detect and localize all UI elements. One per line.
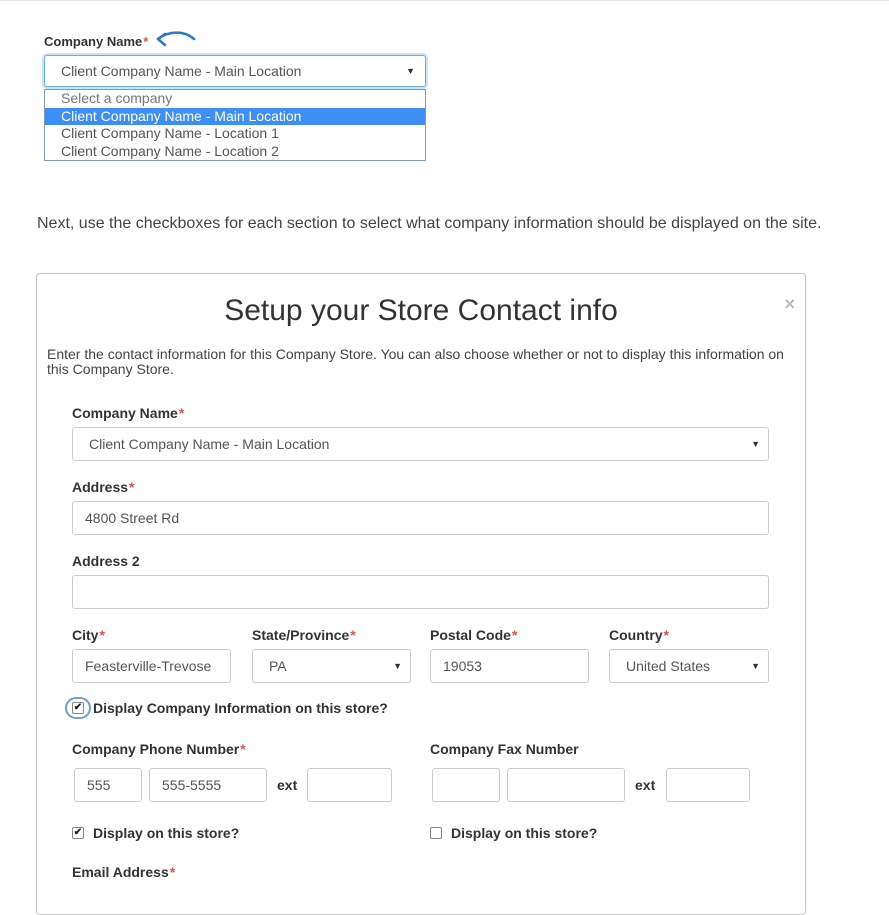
required-mark: *: [143, 33, 149, 49]
store-contact-modal: Setup your Store Contact info × Enter th…: [36, 273, 806, 915]
fax-display-checkbox[interactable]: [430, 827, 442, 839]
required-mark: *: [129, 479, 135, 495]
chevron-down-icon: ▼: [406, 66, 415, 76]
instructions-text: Next, use the checkboxes for each sectio…: [37, 215, 822, 232]
phone-area-input[interactable]: 555: [74, 768, 142, 802]
fax-ext-input[interactable]: [666, 768, 750, 802]
demo-company-name-label: Company Name *: [44, 31, 426, 49]
chevron-down-icon: ▼: [751, 661, 760, 671]
country-label: Country*: [609, 627, 669, 643]
company-name-label-text: Company Name: [72, 405, 178, 421]
demo-option[interactable]: Client Company Name - Main Location: [45, 107, 425, 125]
phone-display-label: Display on this store?: [93, 825, 240, 841]
state-value: PA: [269, 658, 287, 674]
required-mark: *: [350, 627, 356, 643]
phone-display-checkbox[interactable]: ✔: [72, 827, 84, 839]
display-company-info-checkbox[interactable]: ✔: [72, 702, 84, 714]
chevron-down-icon: ▼: [751, 439, 760, 449]
phone-number-value: 555-5555: [162, 777, 222, 793]
city-label: City*: [72, 627, 105, 643]
required-mark: *: [169, 864, 176, 880]
fax-label: Company Fax Number: [430, 741, 579, 757]
email-label-text: Email Address: [72, 864, 169, 880]
address-input[interactable]: 4800 Street Rd: [72, 501, 769, 535]
phone-ext-input[interactable]: [307, 768, 392, 802]
company-select-demo: Company Name * Client Company Name - Main…: [44, 31, 426, 161]
display-company-info-row: ✔ Display Company Information on this st…: [65, 697, 388, 719]
demo-label-text: Company Name: [44, 33, 143, 49]
country-value: United States: [626, 658, 711, 674]
address2-label-text: Address 2: [72, 553, 140, 569]
required-mark: *: [178, 405, 185, 421]
fax-label-text: Company Fax Number: [430, 741, 579, 757]
fax-number-input[interactable]: [507, 768, 625, 802]
company-name-label: Company Name*: [72, 405, 184, 421]
state-label: State/Province*: [252, 627, 356, 643]
demo-company-select[interactable]: Client Company Name - Main Location ▼: [44, 55, 426, 87]
state-select[interactable]: PA ▼: [252, 649, 411, 683]
city-value: Feasterville-Trevose: [85, 658, 212, 674]
address-label: Address*: [72, 479, 134, 495]
required-mark: *: [511, 627, 518, 643]
demo-option[interactable]: Client Company Name - Location 1: [45, 125, 425, 143]
fax-ext-label: ext: [635, 777, 656, 793]
state-label-text: State/Province: [252, 627, 350, 643]
required-mark: *: [240, 741, 246, 757]
phone-display-row: ✔ Display on this store?: [72, 825, 239, 841]
fax-area-input[interactable]: [432, 768, 500, 802]
country-label-text: Country: [609, 627, 663, 643]
postal-label: Postal Code*: [430, 627, 517, 643]
required-mark: *: [663, 627, 670, 643]
email-label: Email Address*: [72, 864, 175, 880]
company-name-value: Client Company Name - Main Location: [89, 436, 330, 452]
phone-ext-label: ext: [277, 777, 298, 793]
fax-display-label: Display on this store?: [451, 825, 598, 841]
modal-title: Setup your Store Contact info: [224, 294, 618, 327]
address-label-text: Address: [72, 479, 129, 495]
required-mark: *: [99, 627, 105, 643]
postal-value: 19053: [443, 658, 482, 674]
address2-input[interactable]: [72, 575, 769, 609]
display-company-info-label: Display Company Information on this stor…: [93, 700, 388, 716]
modal-description: Enter the contact information for this C…: [47, 346, 784, 377]
fax-display-row: Display on this store?: [430, 825, 597, 841]
checkbox-focus-ring: ✔: [65, 697, 91, 719]
demo-selected-value: Client Company Name - Main Location: [61, 63, 302, 79]
demo-option[interactable]: Client Company Name - Location 2: [45, 143, 425, 161]
top-divider: [0, 0, 889, 1]
phone-label-text: Company Phone Number: [72, 741, 240, 757]
postal-input[interactable]: 19053: [430, 649, 589, 683]
postal-label-text: Postal Code: [430, 627, 511, 643]
company-name-select[interactable]: Client Company Name - Main Location ▼: [72, 427, 769, 461]
country-select[interactable]: United States ▼: [609, 649, 769, 683]
demo-options-list: Select a company Client Company Name - Ma…: [44, 89, 426, 161]
phone-label: Company Phone Number*: [72, 741, 246, 757]
city-label-text: City: [72, 627, 99, 643]
city-input[interactable]: Feasterville-Trevose: [72, 649, 231, 683]
phone-number-input[interactable]: 555-5555: [149, 768, 267, 802]
demo-option[interactable]: Select a company: [45, 90, 425, 108]
close-icon[interactable]: ×: [784, 294, 795, 315]
phone-area-value: 555: [87, 777, 111, 793]
address-value: 4800 Street Rd: [85, 510, 180, 526]
chevron-down-icon: ▼: [393, 661, 402, 671]
curved-arrow-icon: [157, 31, 196, 47]
address2-label: Address 2: [72, 553, 140, 569]
